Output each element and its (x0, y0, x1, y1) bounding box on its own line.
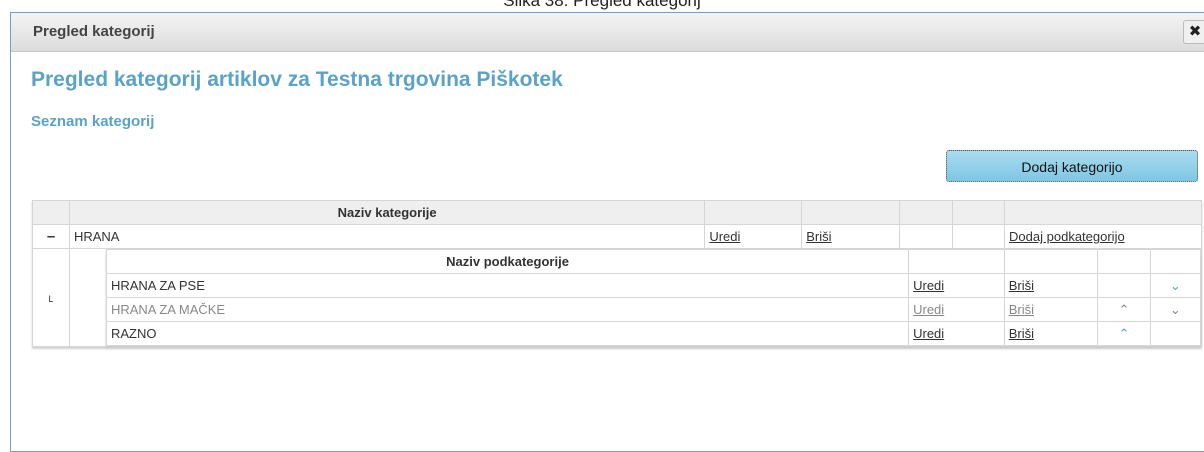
subcategory-container-row: ˪ Naziv podkategorije HRANA ZA PSE Uredi… (32, 248, 1203, 347)
section-title: Seznam kategorij (31, 113, 155, 130)
page-title: Pregled kategorij artiklov za Testna trg… (31, 68, 563, 91)
edit-subcategory-link[interactable]: Uredi (913, 302, 944, 317)
subcategory-name-header: Naziv podkategorije (105, 249, 910, 274)
subcategory-row: RAZNO Uredi Briši ⌃ (105, 321, 1202, 346)
category-row: – HRANA Uredi Briši Dodaj podkategorijo (32, 224, 1202, 249)
add-subcategory-link[interactable]: Dodaj podkategorijo (1009, 229, 1125, 244)
delete-subcategory-link[interactable]: Briši (1009, 278, 1034, 293)
subcategories-header-row: Naziv podkategorije (105, 249, 1202, 274)
add-category-button[interactable]: Dodaj kategorijo (946, 150, 1198, 182)
delete-category-link[interactable]: Briši (806, 229, 831, 244)
category-name-header: Naziv kategorije (68, 200, 706, 225)
delete-subcategory-link[interactable]: Briši (1009, 326, 1034, 341)
edit-category-link[interactable]: Uredi (709, 229, 740, 244)
edit-subcategory-link[interactable]: Uredi (913, 278, 944, 293)
edit-subcategory-link[interactable]: Uredi (913, 326, 944, 341)
subcategory-name: RAZNO (105, 321, 910, 346)
subcategories-table: Naziv podkategorije HRANA ZA PSE Uredi B… (105, 249, 1202, 346)
dialog-titlebar: Pregled kategorij ✖ (11, 13, 1204, 52)
subcategory-name: HRANA ZA MAČKE (105, 297, 910, 322)
collapse-toggle[interactable]: – (32, 224, 70, 249)
categories-table: Naziv kategorije – HRANA Uredi Briši Dod… (32, 200, 1203, 347)
delete-subcategory-link[interactable]: Briši (1009, 302, 1034, 317)
subcategory-name: HRANA ZA PSE (105, 273, 910, 298)
move-up-icon[interactable]: ⌃ (1097, 321, 1151, 346)
category-name: HRANA (68, 224, 706, 249)
subcategory-row: HRANA ZA MAČKE Uredi Briši ⌃ ⌄ (105, 297, 1202, 322)
dialog-title: Pregled kategorij (33, 23, 155, 40)
subcategory-row: HRANA ZA PSE Uredi Briši ⌄ (105, 273, 1202, 298)
categories-header-row: Naziv kategorije (32, 200, 1202, 225)
close-icon[interactable]: ✖ (1183, 20, 1204, 44)
move-up-icon[interactable]: ⌃ (1097, 297, 1151, 322)
figure-caption: Slika 38: Pregled kategorij (503, 0, 701, 10)
categories-dialog: Pregled kategorij ✖ Pregled kategorij ar… (10, 12, 1204, 452)
move-down-icon[interactable]: ⌄ (1149, 273, 1202, 298)
move-down-icon[interactable]: ⌄ (1149, 297, 1202, 322)
subcategory-marker-icon: ˪ (32, 248, 70, 347)
